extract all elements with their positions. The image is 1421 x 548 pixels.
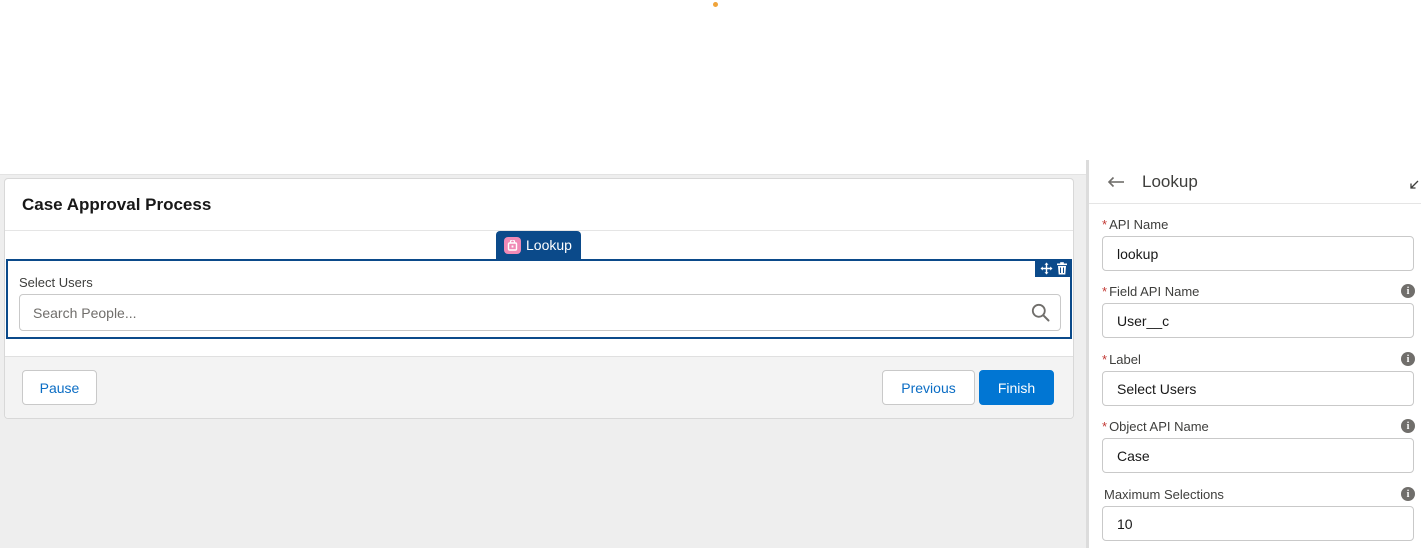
search-people-input[interactable] (33, 304, 993, 321)
label-text: Maximum Selections (1104, 486, 1224, 502)
api-name-input[interactable] (1117, 245, 1397, 262)
field-label: * Label i (1102, 351, 1415, 406)
required-marker: * (1102, 283, 1108, 299)
object-api-name-input-box[interactable] (1102, 438, 1414, 473)
maximum-selections-input[interactable] (1117, 515, 1397, 532)
field-label-api-name: * API Name (1102, 216, 1414, 232)
property-panel: Lookup * API Name * Field API Name i (1086, 160, 1421, 548)
info-icon[interactable]: i (1401, 352, 1415, 366)
label-input-box[interactable] (1102, 371, 1414, 406)
required-marker: * (1102, 418, 1108, 434)
field-field-api-name: * Field API Name i (1102, 283, 1415, 338)
panel-header: Lookup (1089, 160, 1421, 204)
component-tag-label: Lookup (526, 237, 572, 253)
info-icon[interactable]: i (1401, 284, 1415, 298)
label-text: Field API Name (1109, 283, 1200, 299)
flow-builder-screen: Case Approval Process Lookup Select User… (0, 0, 1421, 548)
field-maximum-selections: Maximum Selections i (1102, 486, 1415, 541)
lookup-component-icon (504, 236, 521, 254)
previous-button[interactable]: Previous (882, 370, 975, 405)
card-header: Case Approval Process (5, 179, 1073, 231)
field-label-label: * Label i (1102, 351, 1415, 367)
required-marker: * (1102, 216, 1108, 232)
label-text: Label (1109, 351, 1141, 367)
back-arrow-icon[interactable] (1107, 176, 1125, 188)
info-icon[interactable]: i (1401, 419, 1415, 433)
maximum-selections-input-box[interactable] (1102, 506, 1414, 541)
search-icon[interactable] (1031, 303, 1050, 327)
field-label-select-users: Select Users (19, 275, 93, 290)
trash-icon[interactable] (1056, 261, 1068, 275)
lookup-component-selected[interactable]: Select Users (6, 259, 1072, 339)
label-text: API Name (1109, 216, 1169, 232)
move-icon[interactable] (1040, 262, 1053, 275)
component-tag-lookup[interactable]: Lookup (496, 231, 581, 259)
field-label-object-api-name: * Object API Name i (1102, 418, 1415, 434)
label-input[interactable] (1117, 380, 1397, 397)
field-api-name: * API Name (1102, 216, 1414, 271)
object-api-name-input[interactable] (1117, 447, 1397, 464)
label-text: Object API Name (1109, 418, 1209, 434)
page-title: Case Approval Process (22, 194, 212, 214)
field-label-maximum-selections: Maximum Selections i (1102, 486, 1415, 502)
pause-button[interactable]: Pause (22, 370, 97, 405)
flow-screen-card: Case Approval Process Lookup Select User… (4, 178, 1074, 419)
screen-canvas: Case Approval Process Lookup Select User… (0, 174, 1086, 548)
panel-title: Lookup (1142, 171, 1198, 191)
search-people-box[interactable] (19, 294, 1061, 331)
loading-dot (713, 2, 718, 7)
api-name-input-box[interactable] (1102, 236, 1414, 271)
field-object-api-name: * Object API Name i (1102, 418, 1415, 473)
field-label-field-api-name: * Field API Name i (1102, 283, 1415, 299)
info-icon[interactable]: i (1401, 487, 1415, 501)
required-marker: * (1102, 351, 1108, 367)
field-api-name-input-box[interactable] (1102, 303, 1414, 338)
expand-icon[interactable] (1410, 176, 1419, 194)
component-toolbar (1035, 259, 1072, 277)
field-api-name-input[interactable] (1117, 312, 1397, 329)
finish-button[interactable]: Finish (979, 370, 1054, 405)
flow-footer: Pause Previous Finish (5, 356, 1073, 418)
